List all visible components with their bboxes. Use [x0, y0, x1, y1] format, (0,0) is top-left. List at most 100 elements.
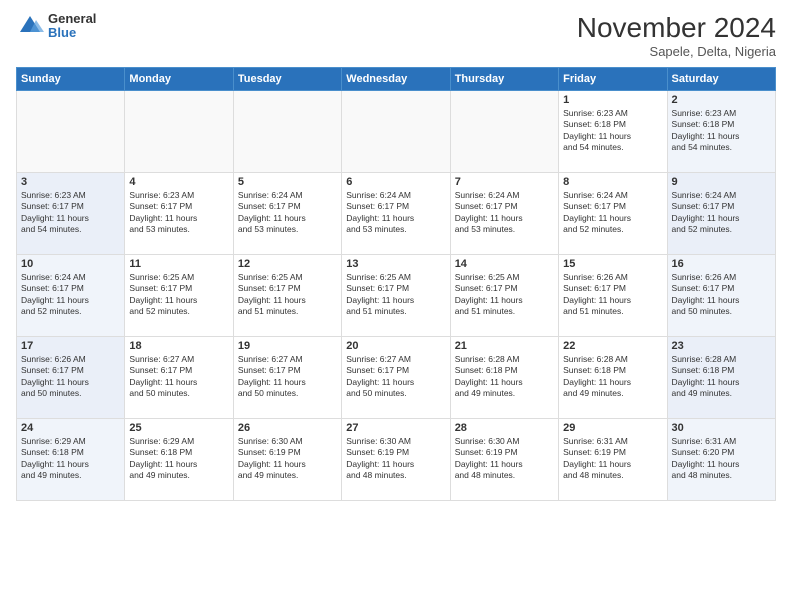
day-number: 20 — [346, 340, 445, 352]
logo: General Blue — [16, 12, 96, 41]
table-row: 4 Sunrise: 6:23 AM Sunset: 6:17 PM Daylig… — [125, 173, 233, 255]
day-info: Sunrise: 6:27 AM Sunset: 6:17 PM Dayligh… — [238, 354, 337, 400]
day-info: Sunrise: 6:23 AM Sunset: 6:17 PM Dayligh… — [21, 190, 120, 236]
header-wednesday: Wednesday — [342, 68, 450, 91]
table-row: 27 Sunrise: 6:30 AM Sunset: 6:19 PM Dayli… — [342, 419, 450, 501]
table-row — [17, 91, 125, 173]
day-number: 10 — [21, 258, 120, 270]
day-number: 14 — [455, 258, 554, 270]
day-info: Sunrise: 6:27 AM Sunset: 6:17 PM Dayligh… — [346, 354, 445, 400]
day-number: 15 — [563, 258, 662, 270]
table-row: 12 Sunrise: 6:25 AM Sunset: 6:17 PM Dayli… — [233, 255, 341, 337]
day-info: Sunrise: 6:23 AM Sunset: 6:18 PM Dayligh… — [672, 108, 771, 154]
table-row: 25Sunrise: 6:29 AM Sunset: 6:18 PM Dayli… — [125, 419, 233, 501]
logo-blue-text: Blue — [48, 26, 96, 40]
table-row: 22 Sunrise: 6:28 AM Sunset: 6:18 PM Dayli… — [559, 337, 667, 419]
day-info: Sunrise: 6:24 AM Sunset: 6:17 PM Dayligh… — [238, 190, 337, 236]
calendar-week-row: 10Sunrise: 6:24 AM Sunset: 6:17 PM Dayli… — [17, 255, 776, 337]
day-info: Sunrise: 6:25 AM Sunset: 6:17 PM Dayligh… — [455, 272, 554, 318]
table-row: 17Sunrise: 6:26 AM Sunset: 6:17 PM Dayli… — [17, 337, 125, 419]
table-row: 21 Sunrise: 6:28 AM Sunset: 6:18 PM Dayli… — [450, 337, 558, 419]
table-row: 1 Sunrise: 6:23 AM Sunset: 6:18 PM Daylig… — [559, 91, 667, 173]
calendar-week-row: 17Sunrise: 6:26 AM Sunset: 6:17 PM Dayli… — [17, 337, 776, 419]
table-row: 9 Sunrise: 6:24 AM Sunset: 6:17 PM Daylig… — [667, 173, 775, 255]
day-info: Sunrise: 6:31 AM Sunset: 6:19 PM Dayligh… — [563, 436, 662, 482]
day-info: Sunrise: 6:28 AM Sunset: 6:18 PM Dayligh… — [672, 354, 771, 400]
day-info: Sunrise: 6:24 AM Sunset: 6:17 PM Dayligh… — [346, 190, 445, 236]
table-row: 30 Sunrise: 6:31 AM Sunset: 6:20 PM Dayli… — [667, 419, 775, 501]
day-info: Sunrise: 6:23 AM Sunset: 6:18 PM Dayligh… — [563, 108, 662, 154]
header-monday: Monday — [125, 68, 233, 91]
day-number: 21 — [455, 340, 554, 352]
table-row: 24 Sunrise: 6:29 AM Sunset: 6:18 PM Dayli… — [17, 419, 125, 501]
table-row: 14 Sunrise: 6:25 AM Sunset: 6:17 PM Dayli… — [450, 255, 558, 337]
table-row: 13 Sunrise: 6:25 AM Sunset: 6:17 PM Dayli… — [342, 255, 450, 337]
day-info: Sunrise: 6:25 AM Sunset: 6:17 PM Dayligh… — [238, 272, 337, 318]
day-info: Sunrise: 6:23 AM Sunset: 6:17 PM Dayligh… — [129, 190, 228, 236]
logo-icon — [16, 12, 44, 40]
table-row: 29Sunrise: 6:31 AM Sunset: 6:19 PM Dayli… — [559, 419, 667, 501]
location: Sapele, Delta, Nigeria — [577, 44, 776, 59]
header-thursday: Thursday — [450, 68, 558, 91]
day-number: 2 — [672, 94, 771, 106]
day-number: 3 — [21, 176, 120, 188]
day-info: Sunrise: 6:26 AM Sunset: 6:17 PM Dayligh… — [672, 272, 771, 318]
day-info: Sunrise: 6:27 AM Sunset: 6:17 PM Dayligh… — [129, 354, 228, 400]
day-number: 13 — [346, 258, 445, 270]
day-number: 8 — [563, 176, 662, 188]
table-row — [125, 91, 233, 173]
day-number: 25 — [129, 422, 228, 434]
logo-general-text: General — [48, 12, 96, 26]
table-row: 20 Sunrise: 6:27 AM Sunset: 6:17 PM Dayli… — [342, 337, 450, 419]
day-number: 12 — [238, 258, 337, 270]
day-info: Sunrise: 6:28 AM Sunset: 6:18 PM Dayligh… — [455, 354, 554, 400]
table-row — [450, 91, 558, 173]
day-info: Sunrise: 6:26 AM Sunset: 6:17 PM Dayligh… — [21, 354, 120, 400]
day-number: 5 — [238, 176, 337, 188]
day-info: Sunrise: 6:28 AM Sunset: 6:18 PM Dayligh… — [563, 354, 662, 400]
day-info: Sunrise: 6:25 AM Sunset: 6:17 PM Dayligh… — [346, 272, 445, 318]
month-title: November 2024 — [577, 12, 776, 44]
day-number: 30 — [672, 422, 771, 434]
day-number: 1 — [563, 94, 662, 106]
day-info: Sunrise: 6:25 AM Sunset: 6:17 PM Dayligh… — [129, 272, 228, 318]
day-number: 11 — [129, 258, 228, 270]
table-row: 5 Sunrise: 6:24 AM Sunset: 6:17 PM Daylig… — [233, 173, 341, 255]
day-info: Sunrise: 6:24 AM Sunset: 6:17 PM Dayligh… — [672, 190, 771, 236]
table-row: 3 Sunrise: 6:23 AM Sunset: 6:17 PM Daylig… — [17, 173, 125, 255]
day-info: Sunrise: 6:26 AM Sunset: 6:17 PM Dayligh… — [563, 272, 662, 318]
day-number: 4 — [129, 176, 228, 188]
day-info: Sunrise: 6:31 AM Sunset: 6:20 PM Dayligh… — [672, 436, 771, 482]
table-row — [342, 91, 450, 173]
header-sunday: Sunday — [17, 68, 125, 91]
day-info: Sunrise: 6:24 AM Sunset: 6:17 PM Dayligh… — [563, 190, 662, 236]
table-row: 2 Sunrise: 6:23 AM Sunset: 6:18 PM Daylig… — [667, 91, 775, 173]
table-row: 10Sunrise: 6:24 AM Sunset: 6:17 PM Dayli… — [17, 255, 125, 337]
day-info: Sunrise: 6:30 AM Sunset: 6:19 PM Dayligh… — [346, 436, 445, 482]
day-number: 24 — [21, 422, 120, 434]
day-number: 23 — [672, 340, 771, 352]
table-row: 19Sunrise: 6:27 AM Sunset: 6:17 PM Dayli… — [233, 337, 341, 419]
day-number: 27 — [346, 422, 445, 434]
table-row: 28Sunrise: 6:30 AM Sunset: 6:19 PM Dayli… — [450, 419, 558, 501]
header-friday: Friday — [559, 68, 667, 91]
table-row: 7 Sunrise: 6:24 AM Sunset: 6:17 PM Daylig… — [450, 173, 558, 255]
day-info: Sunrise: 6:29 AM Sunset: 6:18 PM Dayligh… — [21, 436, 120, 482]
day-info: Sunrise: 6:30 AM Sunset: 6:19 PM Dayligh… — [238, 436, 337, 482]
table-row: 16 Sunrise: 6:26 AM Sunset: 6:17 PM Dayli… — [667, 255, 775, 337]
day-number: 9 — [672, 176, 771, 188]
day-info: Sunrise: 6:24 AM Sunset: 6:17 PM Dayligh… — [455, 190, 554, 236]
calendar-header-row: Sunday Monday Tuesday Wednesday Thursday… — [17, 68, 776, 91]
title-block: November 2024 Sapele, Delta, Nigeria — [577, 12, 776, 59]
table-row: 11 Sunrise: 6:25 AM Sunset: 6:17 PM Dayli… — [125, 255, 233, 337]
day-number: 26 — [238, 422, 337, 434]
day-number: 22 — [563, 340, 662, 352]
day-info: Sunrise: 6:30 AM Sunset: 6:19 PM Dayligh… — [455, 436, 554, 482]
day-number: 6 — [346, 176, 445, 188]
table-row: 26 Sunrise: 6:30 AM Sunset: 6:19 PM Dayli… — [233, 419, 341, 501]
calendar: Sunday Monday Tuesday Wednesday Thursday… — [16, 67, 776, 501]
table-row: 6 Sunrise: 6:24 AM Sunset: 6:17 PM Daylig… — [342, 173, 450, 255]
day-number: 16 — [672, 258, 771, 270]
day-number: 7 — [455, 176, 554, 188]
day-number: 18 — [129, 340, 228, 352]
